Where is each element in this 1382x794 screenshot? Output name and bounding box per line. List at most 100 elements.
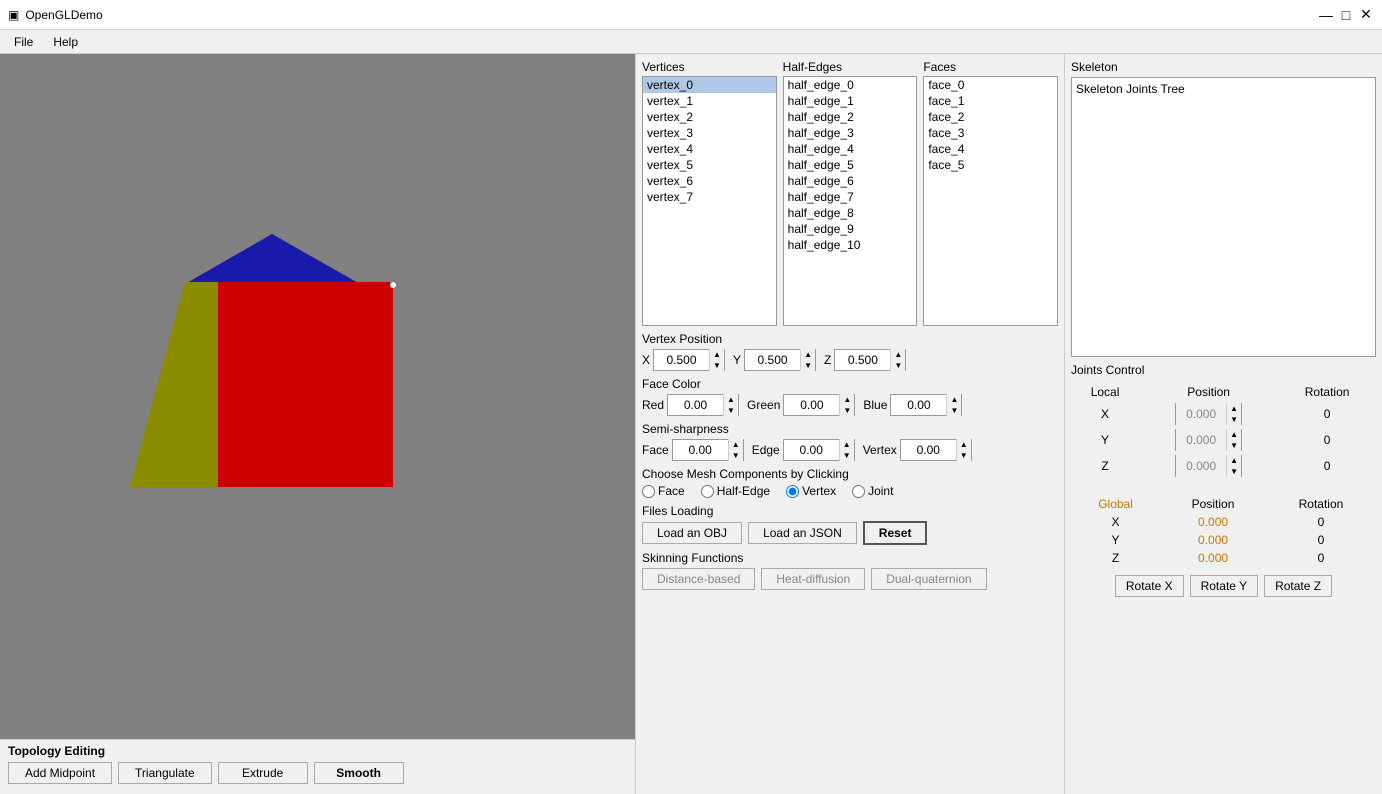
radio-face[interactable]: Face (642, 484, 685, 498)
face-list-item[interactable]: face_1 (924, 93, 1057, 109)
half-edge-list-item[interactable]: half_edge_5 (784, 157, 917, 173)
z-input[interactable] (835, 350, 890, 370)
green-down-arrow[interactable]: ▼ (840, 405, 854, 416)
blue-spinbox[interactable]: ▲ ▼ (890, 394, 962, 416)
face-list-item[interactable]: face_0 (924, 77, 1057, 93)
triangulate-button[interactable]: Triangulate (118, 762, 212, 784)
local-pos-input[interactable] (1176, 455, 1226, 477)
half-edge-list-item[interactable]: half_edge_0 (784, 77, 917, 93)
vertex-list-item[interactable]: vertex_4 (643, 141, 776, 157)
reset-button[interactable]: Reset (863, 521, 928, 545)
maximize-button[interactable]: □ (1338, 7, 1354, 23)
half-edge-list-item[interactable]: half_edge_6 (784, 173, 917, 189)
x-input[interactable] (654, 350, 709, 370)
vertex-list-item[interactable]: vertex_2 (643, 109, 776, 125)
local-pos-up[interactable]: ▲ (1227, 403, 1241, 414)
x-down-arrow[interactable]: ▼ (710, 360, 724, 371)
radio-face-input[interactable] (642, 485, 655, 498)
vertex-list-item[interactable]: vertex_7 (643, 189, 776, 205)
z-spinbox[interactable]: ▲ ▼ (834, 349, 906, 371)
half-edge-list-item[interactable]: half_edge_3 (784, 125, 917, 141)
half-edge-list-item[interactable]: half_edge_9 (784, 221, 917, 237)
local-pos-input[interactable] (1176, 403, 1226, 425)
add-midpoint-button[interactable]: Add Midpoint (8, 762, 112, 784)
distance-based-button[interactable]: Distance-based (642, 568, 755, 590)
half-edge-list-item[interactable]: half_edge_7 (784, 189, 917, 205)
x-spinbox[interactable]: ▲ ▼ (653, 349, 725, 371)
radio-halfedge-input[interactable] (701, 485, 714, 498)
local-pos-up[interactable]: ▲ (1227, 455, 1241, 466)
blue-up-arrow[interactable]: ▲ (947, 394, 961, 405)
local-pos-down[interactable]: ▼ (1227, 466, 1241, 477)
heat-diffusion-button[interactable]: Heat-diffusion (761, 568, 865, 590)
rotate-y-button[interactable]: Rotate Y (1190, 575, 1258, 597)
x-up-arrow[interactable]: ▲ (710, 349, 724, 360)
vertex-sharpness-input[interactable] (901, 440, 956, 460)
smooth-button[interactable]: Smooth (314, 762, 404, 784)
close-button[interactable]: ✕ (1358, 7, 1374, 23)
local-pos-up[interactable]: ▲ (1227, 429, 1241, 440)
face-list-item[interactable]: face_2 (924, 109, 1057, 125)
dual-quaternion-button[interactable]: Dual-quaternion (871, 568, 986, 590)
edge-sharp-down-arrow[interactable]: ▼ (840, 450, 854, 461)
radio-vertex[interactable]: Vertex (786, 484, 836, 498)
vertex-sharp-down-arrow[interactable]: ▼ (957, 450, 971, 461)
red-down-arrow[interactable]: ▼ (724, 405, 738, 416)
extrude-button[interactable]: Extrude (218, 762, 308, 784)
face-list-item[interactable]: face_3 (924, 125, 1057, 141)
y-up-arrow[interactable]: ▲ (801, 349, 815, 360)
y-down-arrow[interactable]: ▼ (801, 360, 815, 371)
local-pos-down[interactable]: ▼ (1227, 414, 1241, 425)
radio-joint-input[interactable] (852, 485, 865, 498)
local-position-cell[interactable]: ▲ ▼ (1139, 427, 1278, 453)
face-list-item[interactable]: face_5 (924, 157, 1057, 173)
vertex-list-item[interactable]: vertex_0 (643, 77, 776, 93)
green-input[interactable] (784, 395, 839, 415)
half-edge-list-item[interactable]: half_edge_2 (784, 109, 917, 125)
red-spinbox[interactable]: ▲ ▼ (667, 394, 739, 416)
vertex-list-item[interactable]: vertex_1 (643, 93, 776, 109)
rotate-x-button[interactable]: Rotate X (1115, 575, 1184, 597)
face-sharpness-spinbox[interactable]: ▲ ▼ (672, 439, 744, 461)
local-position-cell[interactable]: ▲ ▼ (1139, 401, 1278, 427)
edge-sharp-up-arrow[interactable]: ▲ (840, 439, 854, 450)
radio-vertex-input[interactable] (786, 485, 799, 498)
z-down-arrow[interactable]: ▼ (891, 360, 905, 371)
local-pos-input[interactable] (1176, 429, 1226, 451)
menu-file[interactable]: File (4, 33, 43, 51)
3d-viewport[interactable] (0, 54, 635, 739)
y-spinbox[interactable]: ▲ ▼ (744, 349, 816, 371)
blue-input[interactable] (891, 395, 946, 415)
vertex-list-item[interactable]: vertex_3 (643, 125, 776, 141)
rotate-z-button[interactable]: Rotate Z (1264, 575, 1332, 597)
local-position-cell[interactable]: ▲ ▼ (1139, 453, 1278, 479)
half-edge-list-item[interactable]: half_edge_10 (784, 237, 917, 253)
face-list-item[interactable]: face_4 (924, 141, 1057, 157)
vertex-sharp-up-arrow[interactable]: ▲ (957, 439, 971, 450)
y-input[interactable] (745, 350, 800, 370)
green-spinbox[interactable]: ▲ ▼ (783, 394, 855, 416)
load-json-button[interactable]: Load an JSON (748, 522, 857, 544)
vertex-list-item[interactable]: vertex_6 (643, 173, 776, 189)
local-pos-down[interactable]: ▼ (1227, 440, 1241, 451)
half-edges-list[interactable]: half_edge_0half_edge_1half_edge_2half_ed… (783, 76, 918, 326)
skeleton-tree-box[interactable]: Skeleton Joints Tree (1071, 77, 1376, 357)
green-up-arrow[interactable]: ▲ (840, 394, 854, 405)
edge-sharpness-spinbox[interactable]: ▲ ▼ (783, 439, 855, 461)
faces-list[interactable]: face_0face_1face_2face_3face_4face_5 (923, 76, 1058, 326)
half-edge-list-item[interactable]: half_edge_8 (784, 205, 917, 221)
vertex-sharpness-spinbox[interactable]: ▲ ▼ (900, 439, 972, 461)
vertices-list[interactable]: vertex_0vertex_1vertex_2vertex_3vertex_4… (642, 76, 777, 326)
edge-sharpness-input[interactable] (784, 440, 839, 460)
minimize-button[interactable]: — (1318, 7, 1334, 23)
half-edge-list-item[interactable]: half_edge_4 (784, 141, 917, 157)
red-input[interactable] (668, 395, 723, 415)
blue-down-arrow[interactable]: ▼ (947, 405, 961, 416)
face-sharpness-input[interactable] (673, 440, 728, 460)
menu-help[interactable]: Help (43, 33, 88, 51)
z-up-arrow[interactable]: ▲ (891, 349, 905, 360)
vertex-list-item[interactable]: vertex_5 (643, 157, 776, 173)
radio-joint[interactable]: Joint (852, 484, 893, 498)
half-edge-list-item[interactable]: half_edge_1 (784, 93, 917, 109)
radio-half-edge[interactable]: Half-Edge (701, 484, 770, 498)
